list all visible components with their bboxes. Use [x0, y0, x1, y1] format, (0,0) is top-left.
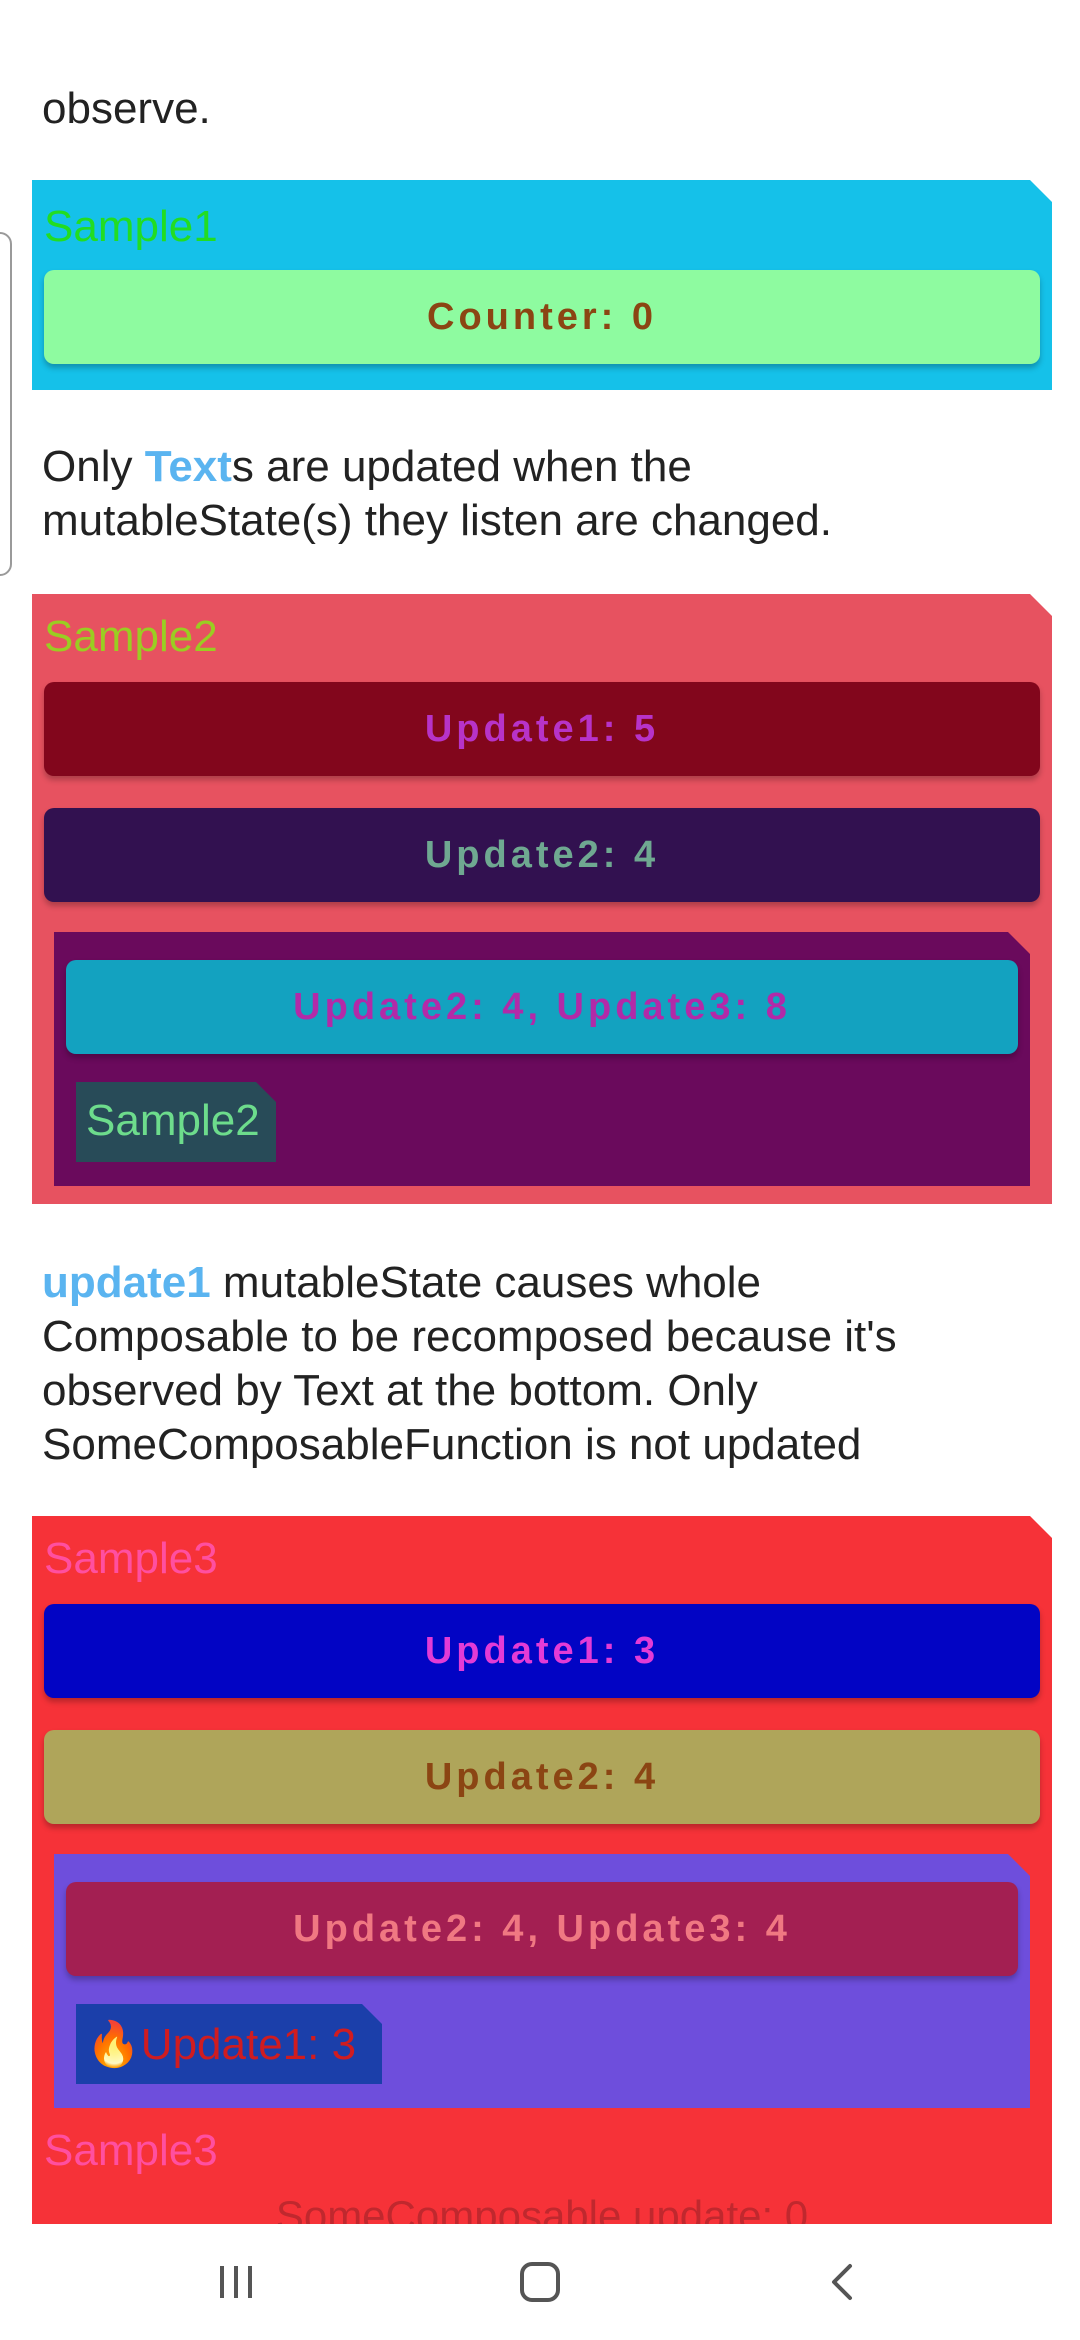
sample2-inner-panel: Update2: 4, Update3: 8 Sample2	[54, 932, 1030, 1186]
update2-button[interactable]: Update2: 4	[44, 808, 1040, 902]
explanation-text-2: update1 mutableState causes whole Compos…	[42, 1256, 1052, 1472]
sample3-fire-label: 🔥Update1: 3	[86, 2018, 356, 2070]
sample2-inner-label: Sample2	[86, 1096, 260, 1145]
explanation-text-1: Only Texts are updated when the mutableS…	[42, 440, 1042, 548]
sample3-update2-button[interactable]: Update2: 4	[44, 1730, 1040, 1824]
sample3-fire-text: Update1: 3	[140, 2020, 357, 2069]
sample3-update1-button[interactable]: Update1: 3	[44, 1604, 1040, 1698]
text1-post: s are updated when the	[231, 442, 692, 491]
text2-line4: SomeComposableFunction is not updated	[42, 1420, 862, 1469]
sample3-bottom-label: Sample3	[44, 2126, 218, 2175]
text2-highlight: update1	[42, 1258, 211, 1307]
counter-button[interactable]: Counter: 0	[44, 270, 1040, 364]
sample3-title: Sample3	[44, 1534, 218, 1583]
text1-highlight: Text	[144, 442, 232, 491]
intro-text: observe.	[42, 84, 211, 133]
back-icon	[832, 2264, 852, 2300]
sample2-panel: Sample2 Update1: 5 Update2: 4 Update2: 4…	[32, 594, 1052, 1204]
sample2-inner-label-box: Sample2	[76, 1082, 276, 1162]
update1-button[interactable]: Update1: 5	[44, 682, 1040, 776]
text2-line1: mutableState causes whole	[210, 1258, 762, 1307]
sample3-inner-panel: Update2: 4, Update3: 4 🔥Update1: 3	[54, 1854, 1030, 2108]
recent-apps-button[interactable]	[196, 2242, 276, 2322]
sample3-panel: Sample3 Update1: 3 Update2: 4 Update2: 4…	[32, 1516, 1052, 2224]
sample3-fire-label-box: 🔥Update1: 3	[76, 2004, 382, 2084]
edge-panel-handle[interactable]	[0, 232, 12, 576]
home-icon	[520, 2262, 560, 2302]
back-button[interactable]	[804, 2242, 884, 2322]
recent-apps-icon	[220, 2266, 252, 2298]
text2-line3: observed by Text at the bottom. Only	[42, 1366, 758, 1415]
sample3-update2-update3-button[interactable]: Update2: 4, Update3: 4	[66, 1882, 1018, 1976]
fire-icon: 🔥	[86, 2020, 141, 2069]
sample1-title: Sample1	[44, 202, 218, 251]
text1-pre: Only	[42, 442, 145, 491]
sample2-title: Sample2	[44, 612, 218, 661]
some-composable-label: SomeComposable update: 0	[275, 2192, 809, 2224]
sample1-panel: Sample1 Counter: 0	[32, 180, 1052, 390]
update2-update3-button[interactable]: Update2: 4, Update3: 8	[66, 960, 1018, 1054]
home-button[interactable]	[500, 2242, 580, 2322]
text1-line2: mutableState(s) they listen are changed.	[42, 496, 833, 545]
system-navigation-bar	[0, 2224, 1080, 2340]
text2-line2: Composable to be recomposed because it's	[42, 1312, 897, 1361]
